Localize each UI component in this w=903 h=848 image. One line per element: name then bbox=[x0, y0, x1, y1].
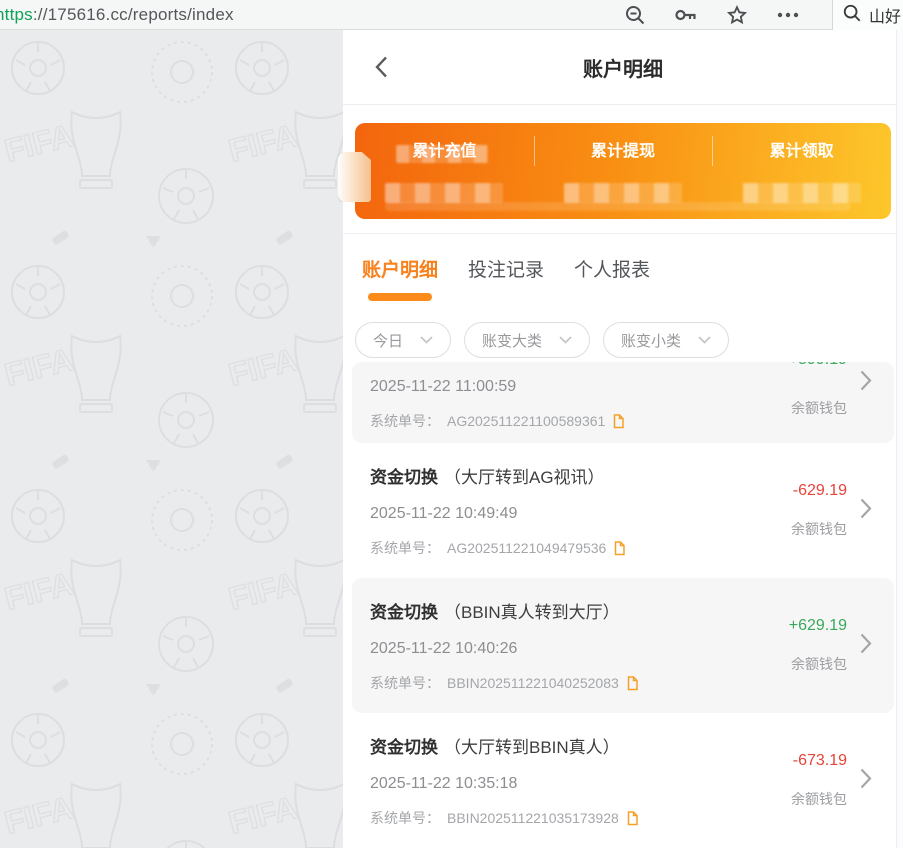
chevron-right-icon[interactable] bbox=[860, 768, 872, 794]
filter-label: 账变小类 bbox=[621, 330, 681, 351]
summary-card: 累计充值 累计提现 累计领取 bbox=[355, 123, 891, 219]
transaction-detail: （BBIN真人转到大厅） bbox=[444, 598, 620, 623]
filter-bar: 今日 账变大类 账变小类 bbox=[343, 306, 903, 360]
transaction-detail: （大厅转到BBIN真人） bbox=[444, 733, 620, 758]
chevron-down-icon bbox=[559, 336, 572, 344]
summary-label: 累计提现 bbox=[591, 137, 655, 161]
transaction-datetime: 2025-11-22 10:35:18 bbox=[370, 775, 847, 793]
tab-label: 投注记录 bbox=[468, 255, 544, 282]
tab-label: 个人报表 bbox=[574, 255, 650, 282]
url-text[interactable]: https://175616.cc/reports/index bbox=[0, 5, 234, 25]
order-number-label: 系统单号： bbox=[370, 538, 440, 558]
wallet-type-label: 余额钱包 bbox=[791, 519, 847, 539]
transaction-row[interactable]: 资金切换 （大厅转到BBIN真人） 2025-11-22 10:35:18 系统… bbox=[343, 713, 903, 848]
wallet-type-label: 余额钱包 bbox=[791, 398, 847, 418]
page-header: 账户明细 bbox=[343, 30, 903, 105]
transaction-title: 资金切换 bbox=[370, 733, 438, 758]
scrollbar[interactable] bbox=[896, 30, 903, 848]
quick-search-widget[interactable]: 山好 bbox=[832, 0, 903, 30]
filter-label: 今日 bbox=[373, 330, 403, 351]
tab-bet-records[interactable]: 投注记录 bbox=[468, 255, 544, 282]
filter-minor-type-dropdown[interactable]: 账变小类 bbox=[603, 322, 729, 358]
url-protocol: https bbox=[0, 5, 33, 24]
transaction-amount: +629.19 bbox=[789, 617, 847, 635]
tab-account-detail[interactable]: 账户明细 bbox=[362, 255, 438, 301]
floating-handle[interactable] bbox=[338, 152, 371, 202]
transaction-row[interactable]: 资金切换 （大厅转到AG视讯） 2025-11-22 10:49:49 系统单号… bbox=[343, 443, 903, 578]
privacy-blur-mask bbox=[396, 145, 488, 163]
order-number-label: 系统单号： bbox=[370, 673, 440, 693]
transaction-amount: -673.19 bbox=[793, 752, 847, 770]
copy-icon[interactable] bbox=[626, 676, 638, 691]
page-title: 账户明细 bbox=[583, 53, 663, 82]
wallet-type-label: 余额钱包 bbox=[791, 654, 847, 674]
privacy-blur-value bbox=[564, 183, 682, 203]
transaction-datetime: 2025-11-22 10:49:49 bbox=[370, 505, 847, 523]
privacy-blur-value bbox=[743, 183, 861, 203]
summary-card-section: 累计充值 累计提现 累计领取 bbox=[343, 105, 903, 233]
transaction-datetime: 2025-11-22 10:40:26 bbox=[370, 640, 847, 658]
zoom-out-icon[interactable] bbox=[624, 4, 646, 26]
chevron-right-icon[interactable] bbox=[860, 633, 872, 659]
tab-label: 账户明细 bbox=[362, 255, 438, 282]
transaction-detail: （大厅转到AG视讯） bbox=[444, 463, 605, 488]
order-number-label: 系统单号： bbox=[370, 411, 440, 431]
transaction-row[interactable]: 资金切换 （BBIN真人转到大厅） 2025-11-22 10:40:26 系统… bbox=[352, 578, 894, 713]
order-number-value: AG202511221049479536 bbox=[447, 540, 606, 556]
transaction-title: 资金切换 bbox=[370, 463, 438, 488]
search-icon bbox=[842, 3, 862, 28]
order-number-value: BBIN202511221040252083 bbox=[447, 675, 619, 691]
active-tab-underline bbox=[368, 293, 432, 301]
order-number-value: BBIN202511221035173928 bbox=[447, 810, 619, 826]
tab-personal-report[interactable]: 个人报表 bbox=[574, 255, 650, 282]
clipped-amount: +599.19 bbox=[789, 362, 847, 371]
transaction-amount: -629.19 bbox=[793, 482, 847, 500]
browser-address-bar: https://175616.cc/reports/index bbox=[0, 0, 903, 30]
copy-icon[interactable] bbox=[626, 811, 638, 826]
transaction-list: 2025-11-22 11:00:59 系统单号： AG2025112211005… bbox=[343, 362, 903, 848]
privacy-blur-value bbox=[385, 183, 503, 203]
back-button[interactable] bbox=[369, 55, 393, 79]
more-icon[interactable] bbox=[776, 11, 800, 19]
app-viewport: FIFA 账户明细 累计充值 bbox=[0, 30, 903, 848]
star-icon[interactable] bbox=[726, 4, 748, 26]
transaction-row[interactable]: 2025-11-22 11:00:59 系统单号： AG2025112211005… bbox=[352, 362, 894, 443]
chevron-right-icon[interactable] bbox=[860, 498, 872, 524]
transaction-datetime: 2025-11-22 11:00:59 bbox=[370, 378, 847, 396]
filter-date-dropdown[interactable]: 今日 bbox=[355, 322, 451, 358]
card-sheen bbox=[385, 202, 851, 211]
transaction-title: 资金切换 bbox=[370, 598, 438, 623]
fifa-watermark-background: FIFA bbox=[0, 30, 343, 848]
key-icon[interactable] bbox=[674, 6, 698, 24]
copy-icon[interactable] bbox=[613, 541, 625, 556]
copy-icon[interactable] bbox=[612, 414, 624, 429]
chevron-down-icon bbox=[420, 336, 433, 344]
search-suggestion-text: 山好 bbox=[869, 3, 901, 27]
transaction-amount: +599.19 bbox=[789, 362, 847, 369]
summary-label: 累计领取 bbox=[770, 137, 834, 161]
chevron-right-icon[interactable] bbox=[860, 370, 872, 396]
order-number-value: AG202511221100589361 bbox=[447, 413, 605, 429]
wallet-type-label: 余额钱包 bbox=[791, 789, 847, 809]
report-panel: 账户明细 累计充值 累计提现 累计领取 bbox=[343, 30, 903, 848]
filter-label: 账变大类 bbox=[482, 330, 542, 351]
filter-major-type-dropdown[interactable]: 账变大类 bbox=[464, 322, 590, 358]
tab-bar: 账户明细 投注记录 个人报表 bbox=[343, 234, 903, 306]
order-number-label: 系统单号： bbox=[370, 808, 440, 828]
url-path: ://175616.cc/reports/index bbox=[33, 5, 234, 24]
chevron-down-icon bbox=[698, 336, 711, 344]
